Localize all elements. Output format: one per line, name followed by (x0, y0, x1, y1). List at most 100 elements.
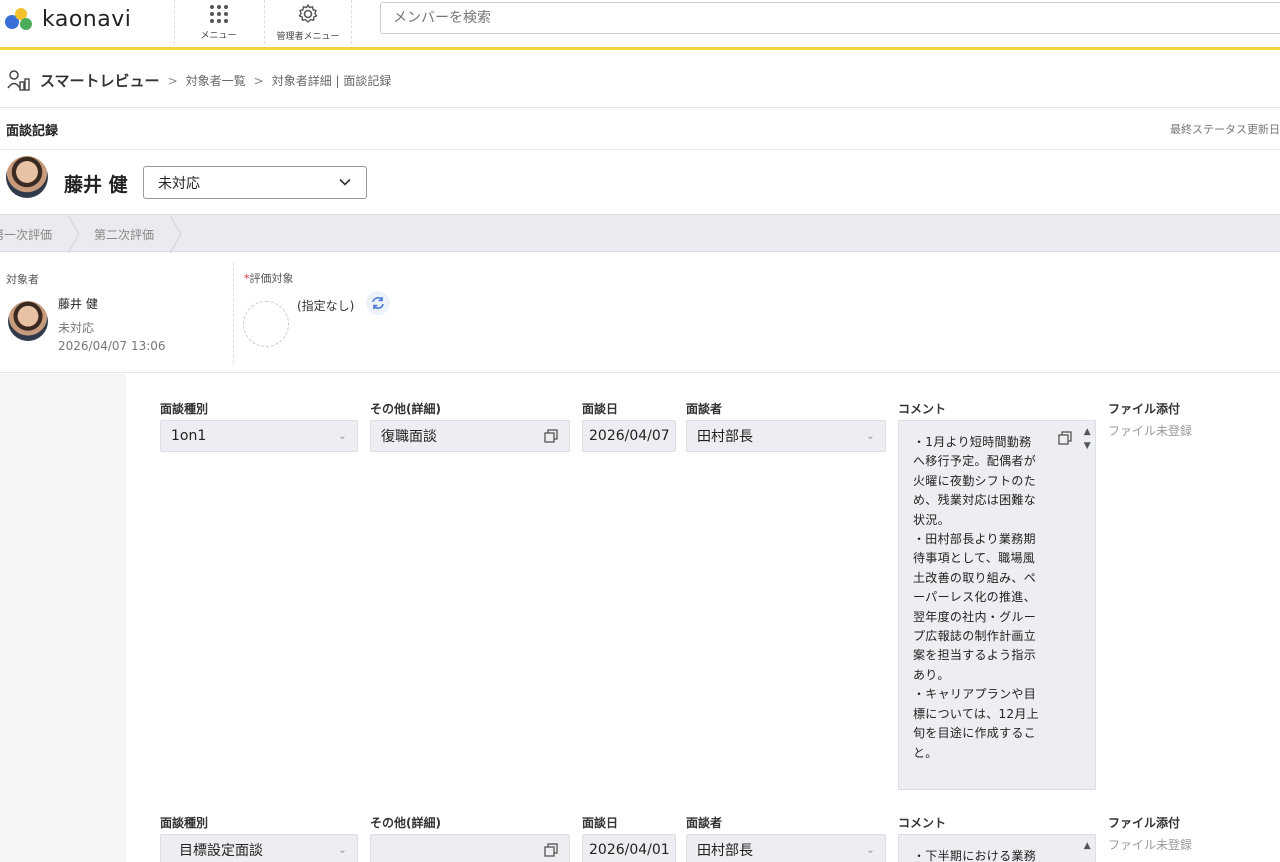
last-status-updated-label: 最終ステータス更新日 (1170, 123, 1280, 136)
status-select[interactable]: 未対応 (143, 166, 367, 199)
other-detail-field[interactable] (370, 834, 570, 862)
interviewer-label: 面談者 (686, 402, 723, 416)
copy-icon[interactable] (1057, 430, 1073, 446)
logo-mark-icon (5, 8, 32, 30)
kaonavi-logo[interactable]: kaonavi (2, 4, 131, 34)
interview-record: 面談種別 その他(詳細) 面談日 面談者 コメント ファイル添付 1on1 ⌄ … (126, 378, 1280, 790)
avatar (6, 156, 48, 198)
comment-line: ・下半期における業務 (913, 849, 1037, 862)
scrollbar[interactable]: ▲ ▼ (1084, 425, 1091, 453)
comment-line: と。 (913, 745, 938, 760)
comment-line: 待事項として、職場風 (913, 551, 1036, 566)
other-label: その他(詳細) (370, 402, 441, 416)
type-select[interactable]: 1on1 ⌄ (160, 420, 358, 452)
evaluation-steps: 第一次評価 第二次評価 (0, 214, 1280, 253)
breadcrumb-current: 対象者詳細 | 面談記録 (271, 74, 392, 88)
refresh-icon (372, 297, 384, 309)
comment-line: ・キャリアプランや目 (913, 687, 1037, 702)
chevron-down-icon: ⌄ (865, 843, 875, 856)
eval-target-placeholder[interactable] (243, 301, 289, 347)
date-field[interactable]: 2026/04/01 (582, 834, 676, 862)
date-label: 面談日 (582, 402, 619, 416)
page-title: 面談記録 (6, 124, 59, 139)
step-chevron-icon (68, 215, 80, 253)
comment-line: 翌年度の社内・グルー (913, 609, 1037, 624)
step-second-evaluation[interactable]: 第二次評価 (94, 226, 154, 243)
person-name: 藤井 健 (64, 174, 128, 196)
top-header: kaonavi メニュー 管理者メニュー (0, 0, 1280, 50)
grid-icon (209, 4, 228, 23)
interviewer-select[interactable]: 田村部長 ⌄ (686, 834, 886, 862)
interviewer-value: 田村部長 (697, 843, 753, 859)
target-date: 2026/04/07 13:06 (58, 339, 166, 353)
interviewer-value: 田村部長 (697, 429, 753, 445)
chevron-down-icon (339, 178, 351, 186)
other-value: 復職面談 (381, 429, 437, 445)
comment-line: 土改善の取り組み、ペ (913, 570, 1037, 585)
chevron-right-icon: > (253, 73, 264, 88)
step-chevron-icon (170, 215, 182, 253)
comment-line: ・1月より短時間勤務 (913, 435, 1032, 449)
person-header: 藤井 健 未対応 (0, 150, 1280, 214)
eval-target-value: (指定なし) (297, 299, 355, 313)
comment-line: 旬を目途に作成するこ (913, 726, 1037, 741)
section-header: 面談記録 最終ステータス更新日 (0, 108, 1280, 150)
type-select[interactable]: 目標設定面談 ⌄ (160, 834, 358, 862)
date-value: 2026/04/07 (589, 428, 670, 444)
comment-textarea[interactable]: ・下半期における業務 ▲ (898, 834, 1096, 862)
type-value: 目標設定面談 (179, 843, 263, 859)
copy-icon[interactable] (543, 428, 559, 444)
date-value: 2026/04/01 (589, 842, 670, 858)
type-value: 1on1 (171, 428, 207, 444)
status-select-value: 未対応 (158, 175, 200, 192)
file-empty-text: ファイル未登録 (1108, 838, 1193, 852)
file-label: ファイル添付 (1108, 816, 1181, 830)
comment-line: ・田村部長より業務期 (913, 532, 1036, 547)
admin-menu-button[interactable]: 管理者メニュー (264, 0, 352, 44)
scrollbar[interactable]: ▲ (1084, 839, 1091, 853)
target-name: 藤井 健 (58, 297, 98, 311)
comment-label: コメント (898, 402, 947, 416)
eval-target-label: *評価対象 (244, 270, 294, 286)
comment-textarea[interactable]: ・1月より短時間勤務 へ移行予定。配偶者が 火曜に夜勤シフトのた め、残業対応は… (898, 420, 1096, 790)
admin-menu-label: 管理者メニュー (276, 31, 340, 42)
comment-line: 標については、12月上 (913, 706, 1039, 721)
comment-line: 火曜に夜勤シフトのた (913, 473, 1037, 488)
comment-line: ーパーレス化の推進、 (913, 590, 1036, 605)
interview-record: 面談種別 その他(詳細) 面談日 面談者 コメント ファイル添付 目標設定面談 … (126, 796, 1280, 862)
comment-line: プ広報誌の制作計画立 (913, 629, 1037, 644)
chevron-down-icon: ⌄ (337, 843, 347, 856)
file-empty-text: ファイル未登録 (1108, 424, 1193, 438)
breadcrumb: スマートレビュー > 対象者一覧 > 対象者詳細 | 面談記録 (0, 54, 1280, 108)
target-status: 未対応 (58, 321, 95, 335)
file-label: ファイル添付 (1108, 402, 1181, 416)
comment-line: め、残業対応は困難な (913, 493, 1037, 508)
comment-line: へ移行予定。配偶者が (913, 454, 1037, 469)
target-label: 対象者 (6, 273, 39, 286)
avatar (8, 301, 48, 341)
step-first-evaluation[interactable]: 第一次評価 (0, 226, 52, 243)
chevron-down-icon: ⌄ (337, 429, 347, 442)
copy-icon[interactable] (543, 842, 559, 858)
date-label: 面談日 (582, 816, 619, 830)
comment-text: ・1月より短時間勤務 へ移行予定。配偶者が 火曜に夜勤シフトのた め、残業対応は… (913, 433, 1069, 763)
interviewer-label: 面談者 (686, 816, 723, 830)
left-gutter (0, 374, 126, 862)
other-label: その他(詳細) (370, 816, 441, 830)
comment-line: あり。 (913, 667, 950, 682)
chevron-right-icon: > (167, 73, 178, 88)
menu-button[interactable]: メニュー (174, 0, 262, 44)
member-search-input[interactable] (380, 2, 1280, 34)
comment-line: 案を担当するよう指示 (913, 648, 1037, 663)
other-detail-field[interactable]: 復職面談 (370, 420, 570, 452)
breadcrumb-target-list-link[interactable]: 対象者一覧 (186, 72, 246, 89)
date-field[interactable]: 2026/04/07 (582, 420, 676, 452)
refresh-button[interactable] (366, 291, 390, 315)
eval-target-label-text: 評価対象 (249, 272, 294, 285)
breadcrumb-app-link[interactable]: スマートレビュー (40, 70, 160, 91)
smart-review-icon (7, 69, 30, 91)
interviewer-select[interactable]: 田村部長 ⌄ (686, 420, 886, 452)
target-info-panel: 対象者 藤井 健 未対応 2026/04/07 13:06 *評価対象 (指定な… (0, 253, 1280, 373)
comment-line: 状況。 (913, 512, 950, 527)
gear-icon (298, 3, 318, 23)
